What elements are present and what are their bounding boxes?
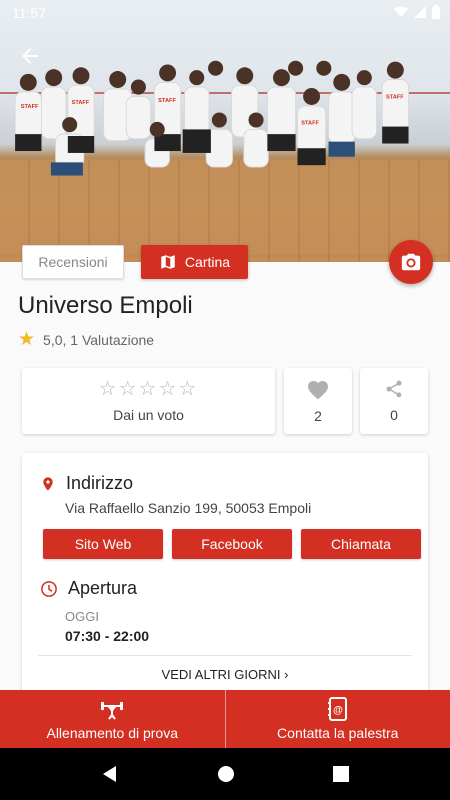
address-heading: Indirizzo <box>40 473 133 494</box>
tab-map[interactable]: Cartina <box>141 245 248 279</box>
star-filled-icon: ★ <box>18 329 36 350</box>
nav-recents-icon[interactable] <box>333 766 349 782</box>
nav-back-icon[interactable] <box>101 765 119 783</box>
status-bar: 11:57 <box>0 0 450 26</box>
camera-icon <box>401 253 421 271</box>
rating-summary: ★ 5,0, 1 Valutazione <box>18 330 154 349</box>
svg-text:@: @ <box>333 705 343 716</box>
tab-map-label: Cartina <box>184 254 231 270</box>
system-nav-bar <box>0 748 450 800</box>
address-text: Via Raffaello Sanzio 199, 50053 Empoli <box>65 500 312 516</box>
vote-card[interactable]: ☆☆☆☆☆ Dai un voto <box>22 368 275 434</box>
contact-buttons: Sito Web Facebook Chiamata <box>43 529 421 559</box>
battery-icon <box>432 5 440 19</box>
back-arrow-icon[interactable] <box>18 44 44 70</box>
gym-detail-screen: STAFF STAFF STAFF STAFF STAFF 11:57 Recensi… <box>0 0 450 800</box>
status-icons <box>394 5 440 19</box>
signal-icon <box>414 6 426 18</box>
nav-home-icon[interactable] <box>217 765 235 783</box>
info-card: Indirizzo Via Raffaello Sanzio 199, 5005… <box>22 453 428 698</box>
chevron-right-icon: › <box>284 667 289 682</box>
svg-text:STAFF: STAFF <box>386 94 404 100</box>
clock-icon <box>41 580 57 597</box>
trial-workout-label: Allenamento di prova <box>46 725 179 741</box>
group-photo-illustration: STAFF STAFF STAFF STAFF STAFF <box>14 60 409 176</box>
svg-text:STAFF: STAFF <box>301 121 319 127</box>
svg-text:STAFF: STAFF <box>21 104 39 110</box>
like-button[interactable]: 2 <box>284 368 352 434</box>
call-button[interactable]: Chiamata <box>301 529 421 559</box>
page-title: Universo Empoli <box>18 292 193 319</box>
contact-gym-button[interactable]: @ Contatta la palestra <box>226 690 450 748</box>
map-icon <box>161 255 175 269</box>
share-icon <box>386 380 402 398</box>
likes-count: 2 <box>314 408 322 424</box>
shares-count: 0 <box>390 407 398 423</box>
facebook-button[interactable]: Facebook <box>172 529 292 559</box>
camera-button[interactable] <box>389 240 433 284</box>
tab-reviews[interactable]: Recensioni <box>22 245 124 279</box>
website-button[interactable]: Sito Web <box>43 529 163 559</box>
gym-photo: STAFF STAFF STAFF STAFF STAFF <box>0 0 450 262</box>
bottom-action-bar: Allenamento di prova @ Contatta la pales… <box>0 690 450 748</box>
location-pin-icon <box>43 476 53 491</box>
weightlifter-icon <box>101 702 124 720</box>
contact-gym-label: Contatta la palestra <box>277 725 399 741</box>
contact-book-icon: @ <box>327 697 347 721</box>
trial-workout-button[interactable]: Allenamento di prova <box>0 690 225 748</box>
more-days-link[interactable]: VEDI ALTRI GIORNI › <box>22 667 428 682</box>
heart-icon <box>308 381 328 400</box>
opening-heading-label: Apertura <box>68 578 138 598</box>
svg-text:STAFF: STAFF <box>158 98 176 104</box>
status-time: 11:57 <box>12 5 46 21</box>
vote-label: Dai un voto <box>113 407 184 423</box>
share-button[interactable]: 0 <box>360 368 428 434</box>
divider <box>38 655 412 656</box>
today-hours: 07:30 - 22:00 <box>65 628 150 644</box>
rating-text: 5,0, 1 Valutazione <box>43 331 155 348</box>
today-label: OGGI <box>65 609 99 624</box>
wifi-icon <box>394 6 408 17</box>
empty-stars-icon[interactable]: ☆☆☆☆☆ <box>99 379 199 399</box>
opening-heading: Apertura <box>40 578 137 599</box>
address-heading-label: Indirizzo <box>66 473 134 493</box>
more-days-label: VEDI ALTRI GIORNI <box>161 667 281 682</box>
svg-text:STAFF: STAFF <box>72 100 90 106</box>
